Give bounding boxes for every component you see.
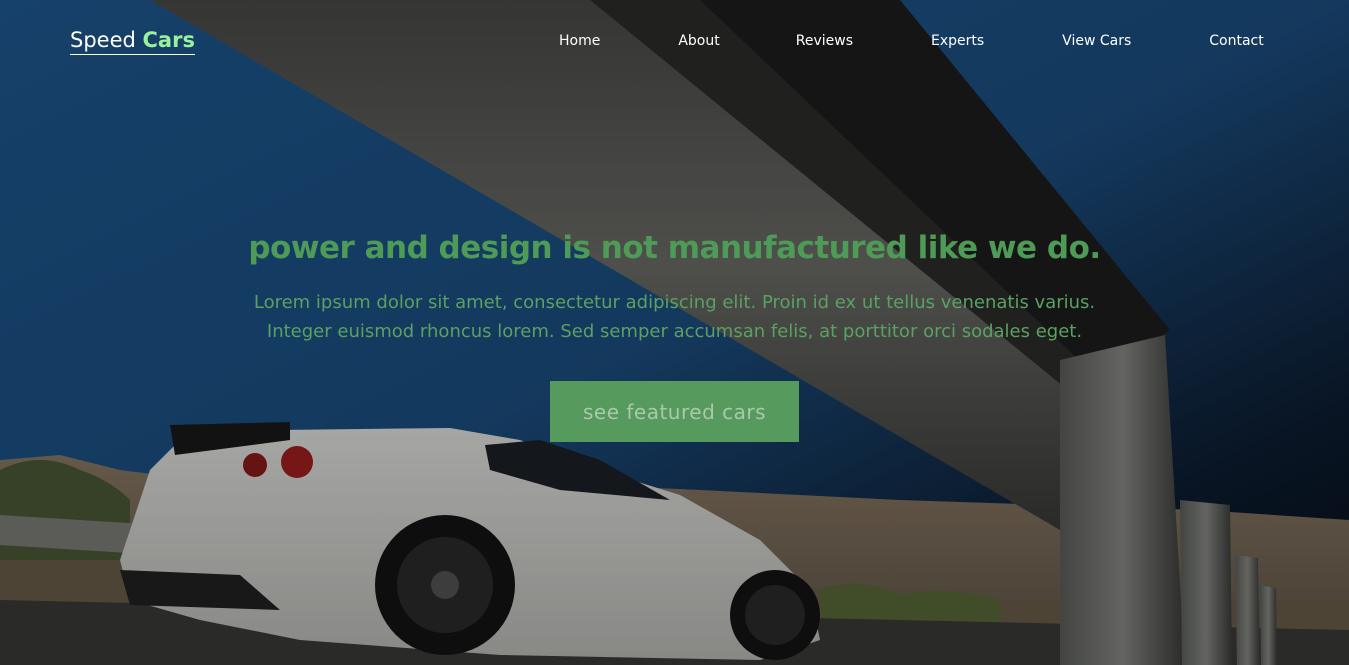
nav-link-experts[interactable]: Experts [931,33,984,49]
nav-link-contact[interactable]: Contact [1209,33,1263,49]
nav-link-about[interactable]: About [678,33,719,49]
hero-subtext: Lorem ipsum dolor sit amet, consectetur … [0,288,1349,346]
main-navigation: Home About Reviews Experts View Cars Con… [559,33,1264,49]
hero-headline: power and design is not manufactured lik… [248,230,1101,266]
nav-link-reviews[interactable]: Reviews [796,33,853,49]
site-logo[interactable]: Speed Cars [70,28,195,55]
nav-link-home[interactable]: Home [559,33,600,49]
logo-text-accent: Cars [142,28,195,52]
hero-subtext-line-1: Lorem ipsum dolor sit amet, consectetur … [253,292,1096,313]
see-featured-cars-button[interactable]: see featured cars [550,381,799,442]
hero-subtext-line-2: Integer euismod rhoncus lorem. Sed sempe… [266,321,1083,342]
logo-text-primary: Speed [70,28,143,52]
nav-link-view-cars[interactable]: View Cars [1062,33,1131,49]
